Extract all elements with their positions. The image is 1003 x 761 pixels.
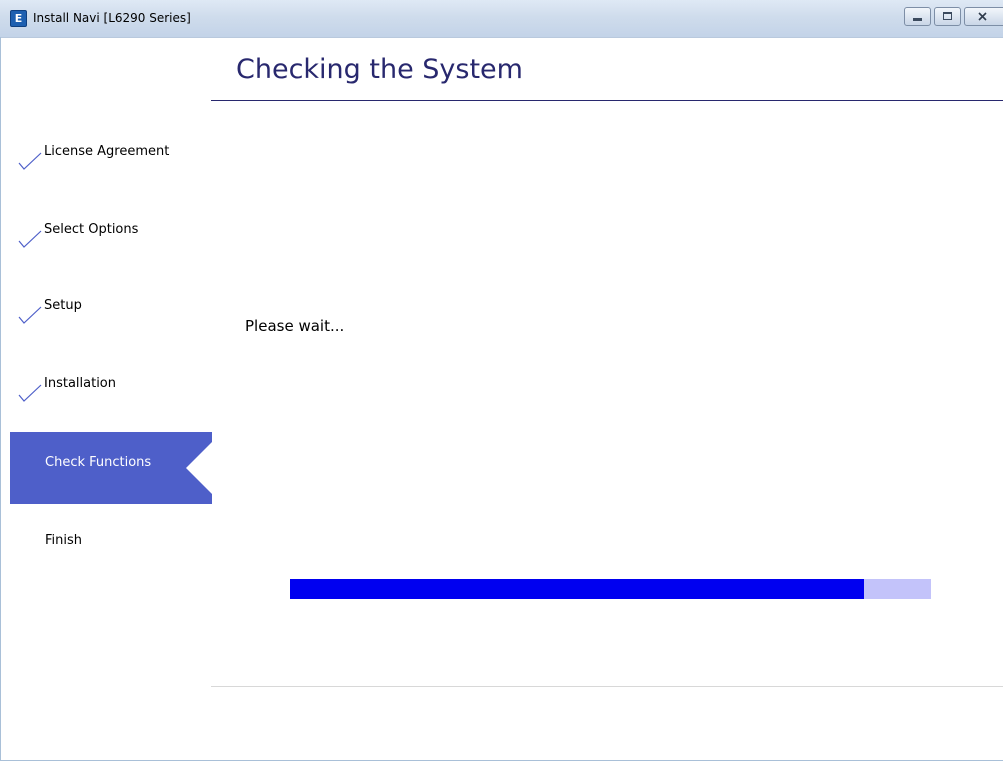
sidebar-step-finish: Finish (10, 532, 212, 568)
sidebar-step-installation: Installation (10, 375, 212, 411)
maximize-icon (943, 12, 952, 20)
minimize-button[interactable] (904, 7, 931, 26)
progress-bar (290, 579, 931, 599)
checkmark-icon (18, 306, 42, 324)
progress-bar-fill (290, 579, 864, 599)
app-icon: E (10, 10, 27, 27)
sidebar-step-label: Setup (44, 298, 82, 313)
page-title: Checking the System (236, 54, 523, 85)
checkmark-icon (18, 152, 42, 170)
sidebar-step-label: Finish (45, 533, 83, 548)
minimize-icon (913, 18, 922, 21)
window-frame-left (0, 37, 1, 761)
close-icon (978, 12, 987, 21)
sidebar-step-license-agreement: License Agreement (10, 143, 212, 179)
window-title: Install Navi [L6290 Series] (33, 11, 191, 25)
sidebar-step-select-options: Select Options (10, 221, 212, 257)
sidebar-step-label: Installation (44, 376, 117, 391)
sidebar-step-label: License Agreement (44, 144, 170, 159)
checkmark-icon (18, 230, 42, 248)
footer-divider (211, 686, 1003, 687)
window-title-bar[interactable]: E Install Navi [L6290 Series] (0, 0, 1003, 38)
sidebar-step-setup: Setup (10, 297, 212, 333)
sidebar-step-label: Select Options (44, 222, 139, 237)
sidebar-step-label: Check Functions (45, 455, 152, 470)
checkmark-icon (18, 384, 42, 402)
close-button[interactable] (964, 7, 1003, 26)
title-divider (211, 100, 1003, 101)
sidebar-step-check-functions: Check Functions (10, 432, 212, 504)
maximize-button[interactable] (934, 7, 961, 26)
status-message: Please wait... (245, 317, 345, 335)
